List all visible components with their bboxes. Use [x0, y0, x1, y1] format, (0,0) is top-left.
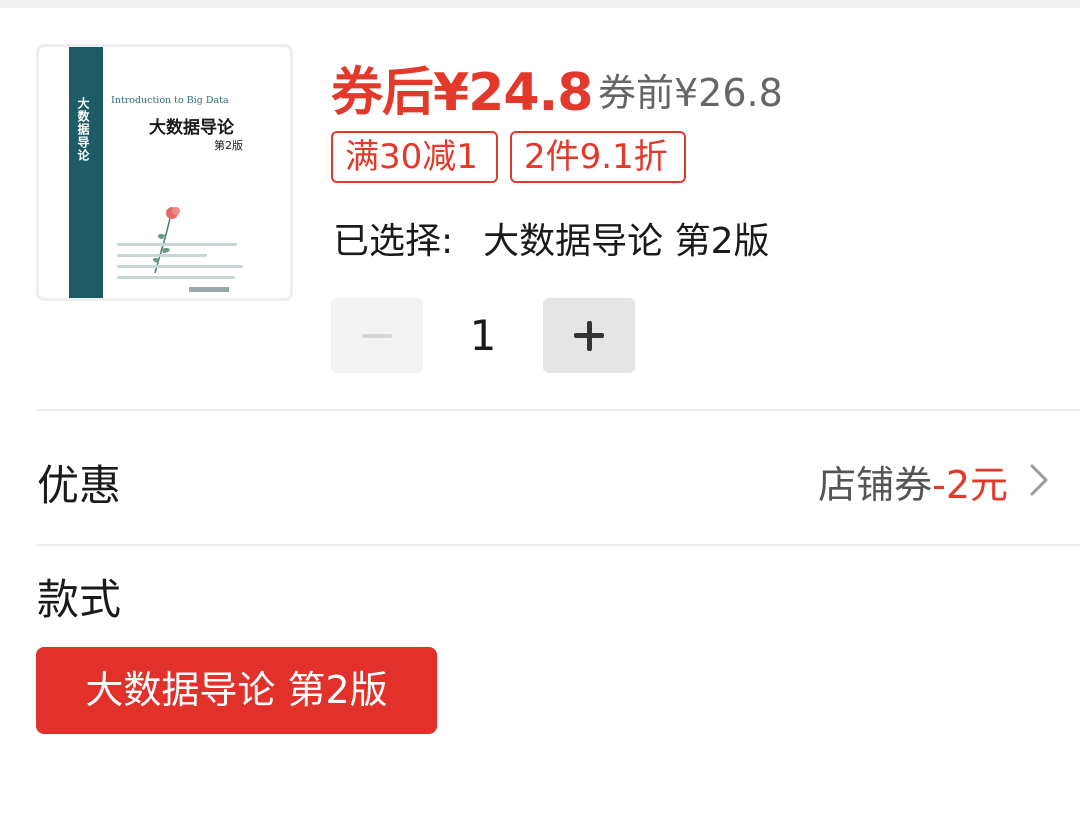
- promo-tag-full-reduction: 满30减1: [331, 131, 498, 183]
- book-english-title: Introduction to Big Data: [111, 95, 229, 106]
- price-after-coupon: 券后¥24.8: [331, 63, 593, 123]
- top-strip: [0, 0, 1080, 8]
- shop-coupon-amount: -2元: [932, 463, 1008, 507]
- decrease-quantity-button[interactable]: [331, 298, 423, 373]
- price-before-coupon: 券前¥26.8: [598, 71, 783, 115]
- divider: [36, 544, 1080, 546]
- book-spine: 大数据导论: [69, 47, 103, 298]
- book-chinese-title: 大数据导论: [149, 118, 234, 138]
- selected-label: 已选择:: [333, 221, 454, 262]
- divider: [36, 409, 1080, 411]
- promo-tag-multi-discount: 2件9.1折: [510, 131, 686, 183]
- minus-icon: [362, 334, 392, 338]
- book-publisher-mark: [189, 287, 229, 292]
- product-image[interactable]: 大数据导论 Introduction to Big Data 大数据导论 第2版: [36, 44, 293, 301]
- book-cover-text-lines: [117, 243, 247, 287]
- shop-coupon-link[interactable]: 店铺券-2元: [818, 454, 1008, 509]
- plus-icon-vertical: [586, 320, 592, 351]
- style-label: 款式: [37, 575, 122, 624]
- selected-value: 大数据导论 第2版: [483, 221, 770, 262]
- book-spine-text: 大数据导论: [76, 97, 90, 162]
- book-cover: 大数据导论 Introduction to Big Data 大数据导论 第2版: [69, 47, 263, 298]
- increase-quantity-button[interactable]: [543, 298, 635, 373]
- quantity-value[interactable]: 1: [423, 298, 543, 373]
- shop-coupon-text: 店铺券: [818, 463, 933, 507]
- book-edition: 第2版: [214, 139, 243, 152]
- discount-label: 优惠: [37, 461, 122, 510]
- style-option-selected[interactable]: 大数据导论 第2版: [36, 647, 437, 734]
- selected-variant: 已选择: 大数据导论 第2版: [333, 212, 770, 264]
- chevron-right-icon[interactable]: [1024, 462, 1052, 498]
